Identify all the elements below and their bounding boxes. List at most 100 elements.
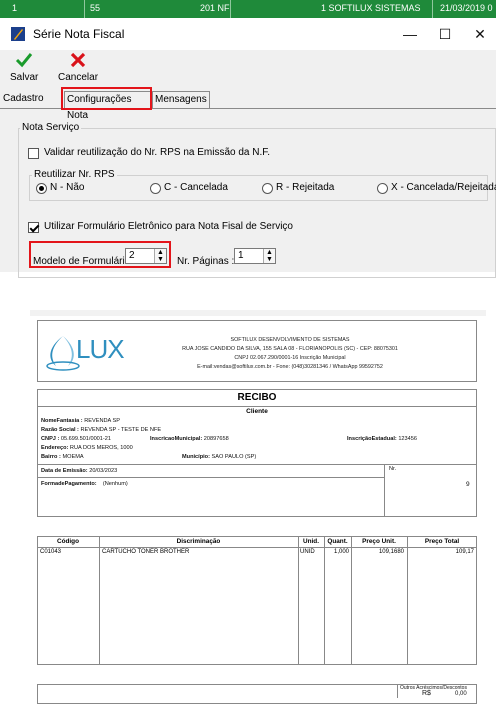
data-emissao-value: 20/03/2023 bbox=[89, 468, 118, 474]
item-preco-unit: 109,1680 bbox=[378, 549, 404, 555]
item-quant: 1,000 bbox=[333, 549, 349, 555]
table-header-divider bbox=[37, 547, 477, 548]
col-header-discriminacao: Discriminação bbox=[176, 538, 221, 545]
radio-rejeitada[interactable] bbox=[262, 183, 273, 194]
minimize-button[interactable]: — bbox=[390, 22, 430, 46]
item-preco-total: 109,17 bbox=[455, 549, 474, 555]
item-codigo: C01043 bbox=[40, 549, 62, 555]
company-contact: E-mail:vendas@softilux.com.br - Fone: (0… bbox=[197, 364, 383, 370]
company-cnpj: CNPJ 02.067.290/0001-16 Inscrição Munici… bbox=[234, 355, 346, 361]
x-icon bbox=[70, 52, 86, 68]
razao-label: Razão Social : bbox=[41, 427, 79, 433]
document-top-edge bbox=[30, 310, 486, 316]
paginas-stepper[interactable]: 1 ▲ ▼ bbox=[234, 248, 276, 264]
close-button[interactable]: ✕ bbox=[460, 22, 496, 46]
insc-est-value: 123456 bbox=[398, 436, 417, 442]
save-button[interactable]: Salvar bbox=[10, 52, 38, 83]
insc-est-label: InscriçãoEstadual: bbox=[347, 436, 397, 442]
endereco-label: Endereço: bbox=[41, 445, 69, 451]
radio-cancelada[interactable] bbox=[150, 183, 161, 194]
tab-mensagens[interactable]: Mensagens bbox=[152, 91, 210, 108]
checkmark-icon bbox=[15, 53, 33, 68]
acrescimos-currency: R$ bbox=[422, 690, 431, 697]
window-title: Série Nota Fiscal bbox=[33, 27, 125, 41]
razao-row: Razão Social : REVENDA SP - TESTE DE NFE bbox=[41, 427, 161, 433]
forma-pagamento-label: FormadePagamento: bbox=[41, 481, 97, 487]
bairro-value: MOEMA bbox=[62, 454, 84, 460]
cancel-label: Cancelar bbox=[58, 72, 99, 83]
municipio-label: Município: bbox=[182, 454, 210, 460]
divider bbox=[37, 477, 384, 478]
municipio-value: SAO PAULO (SP) bbox=[211, 454, 257, 460]
forma-pagamento-row: FormadePagamento: (Nenhum) bbox=[41, 481, 128, 487]
data-emissao-label: Data de Emissão: bbox=[41, 468, 88, 474]
grid-cell: 1 SOFTILUX SISTEMAS bbox=[321, 3, 421, 13]
nome-fantasia-label: NomeFantasia : bbox=[41, 418, 83, 424]
radio-nao-label: N - Não bbox=[50, 182, 85, 193]
company-name: SOFTILUX DESENVOLVIMENTO DE SISTEMAS bbox=[230, 337, 350, 343]
column-divider bbox=[324, 536, 325, 665]
radio-cancelada-rejeitada[interactable] bbox=[377, 183, 388, 194]
col-header-quant: Quant. bbox=[327, 538, 348, 545]
insc-mun-value: 20897658 bbox=[203, 436, 229, 442]
column-divider bbox=[99, 536, 100, 665]
item-unid: UNID bbox=[300, 549, 315, 555]
nr-label: Nr. bbox=[389, 466, 397, 472]
cnpj-label: CNPJ : bbox=[41, 436, 60, 442]
validar-checkbox[interactable] bbox=[28, 148, 39, 159]
reutilizar-title: Reutilizar Nr. RPS bbox=[32, 169, 117, 180]
paginas-label: Nr. Páginas : bbox=[177, 256, 235, 267]
cnpj-row: CNPJ : 05.699.501/0001-21 bbox=[41, 436, 111, 442]
insc-mun-label: InscricaoMunicipal: bbox=[150, 436, 203, 442]
municipio-row: Município: SAO PAULO (SP) bbox=[182, 454, 256, 460]
nr-value: 9 bbox=[466, 481, 470, 488]
bairro-row: Bairro : MOEMA bbox=[41, 454, 84, 460]
endereco-row: Endereço: RUA DOS MEROS, 1000 bbox=[41, 445, 133, 451]
radio-cancelada-label: C - Cancelada bbox=[164, 182, 228, 193]
endereco-value: RUA DOS MEROS, 1000 bbox=[69, 445, 133, 451]
grid-cell: 55 bbox=[90, 3, 101, 13]
tab-highlight bbox=[61, 87, 152, 110]
acrescimos-value: 0,00 bbox=[455, 691, 467, 697]
app-icon bbox=[11, 27, 25, 41]
divider bbox=[384, 464, 385, 517]
forma-pagamento-value: (Nenhum) bbox=[102, 481, 128, 487]
cliente-title: Cliente bbox=[246, 408, 268, 415]
bairro-label: Bairro : bbox=[41, 454, 61, 460]
razao-value: REVENDA SP - TESTE DE NFE bbox=[80, 427, 162, 433]
col-header-unid: Unid. bbox=[303, 538, 319, 545]
divider bbox=[37, 464, 477, 465]
radio-cancelada-rejeitada-label: X - Cancelada/Rejeitada bbox=[391, 182, 496, 193]
tab-cadastro[interactable]: Cadastro bbox=[1, 91, 46, 108]
radio-nao[interactable] bbox=[36, 183, 47, 194]
column-divider bbox=[407, 536, 408, 665]
validar-label: Validar reutilização do Nr. RPS na Emiss… bbox=[44, 147, 271, 158]
cnpj-value: 05.699.501/0001-21 bbox=[60, 436, 111, 442]
grid-cell: 1 bbox=[12, 3, 18, 13]
utilizar-checkbox[interactable] bbox=[28, 222, 39, 233]
divider bbox=[37, 406, 477, 407]
items-table bbox=[37, 536, 477, 665]
radio-rejeitada-label: R - Rejeitada bbox=[276, 182, 335, 193]
nota-servico-title: Nota Serviço bbox=[20, 122, 82, 133]
insc-est-row: InscriçãoEstadual: 123456 bbox=[347, 436, 417, 442]
col-header-codigo: Código bbox=[56, 538, 79, 545]
nome-fantasia-row: NomeFantasia : REVENDA SP bbox=[41, 418, 120, 424]
spin-arrows-icon[interactable]: ▲ ▼ bbox=[263, 249, 275, 263]
grid-cell: 21/03/2019 0 bbox=[440, 3, 493, 13]
paginas-value: 1 bbox=[238, 250, 244, 261]
recibo-title: RECIBO bbox=[237, 392, 277, 403]
col-header-preco-total: Preço Total bbox=[424, 538, 460, 545]
divider bbox=[397, 684, 398, 698]
serie-nota-fiscal-window: 1 55 201 NF 1 SOFTILUX SISTEMAS 21/03/20… bbox=[0, 0, 496, 278]
grid-cell: 201 NF bbox=[200, 3, 230, 13]
column-divider bbox=[298, 536, 299, 665]
cancel-button[interactable]: Cancelar bbox=[58, 52, 98, 83]
utilizar-label: Utilizar Formulário Eletrônico para Nota… bbox=[44, 221, 293, 232]
insc-mun-row: InscricaoMunicipal: 20897658 bbox=[150, 436, 229, 442]
maximize-button[interactable]: ☐ bbox=[425, 22, 465, 46]
item-descricao: CARTUCHO TONER BROTHER bbox=[102, 549, 190, 555]
data-emissao-row: Data de Emissão: 20/03/2023 bbox=[41, 468, 117, 474]
column-divider bbox=[351, 536, 352, 665]
nome-fantasia-value: REVENDA SP bbox=[84, 418, 120, 424]
